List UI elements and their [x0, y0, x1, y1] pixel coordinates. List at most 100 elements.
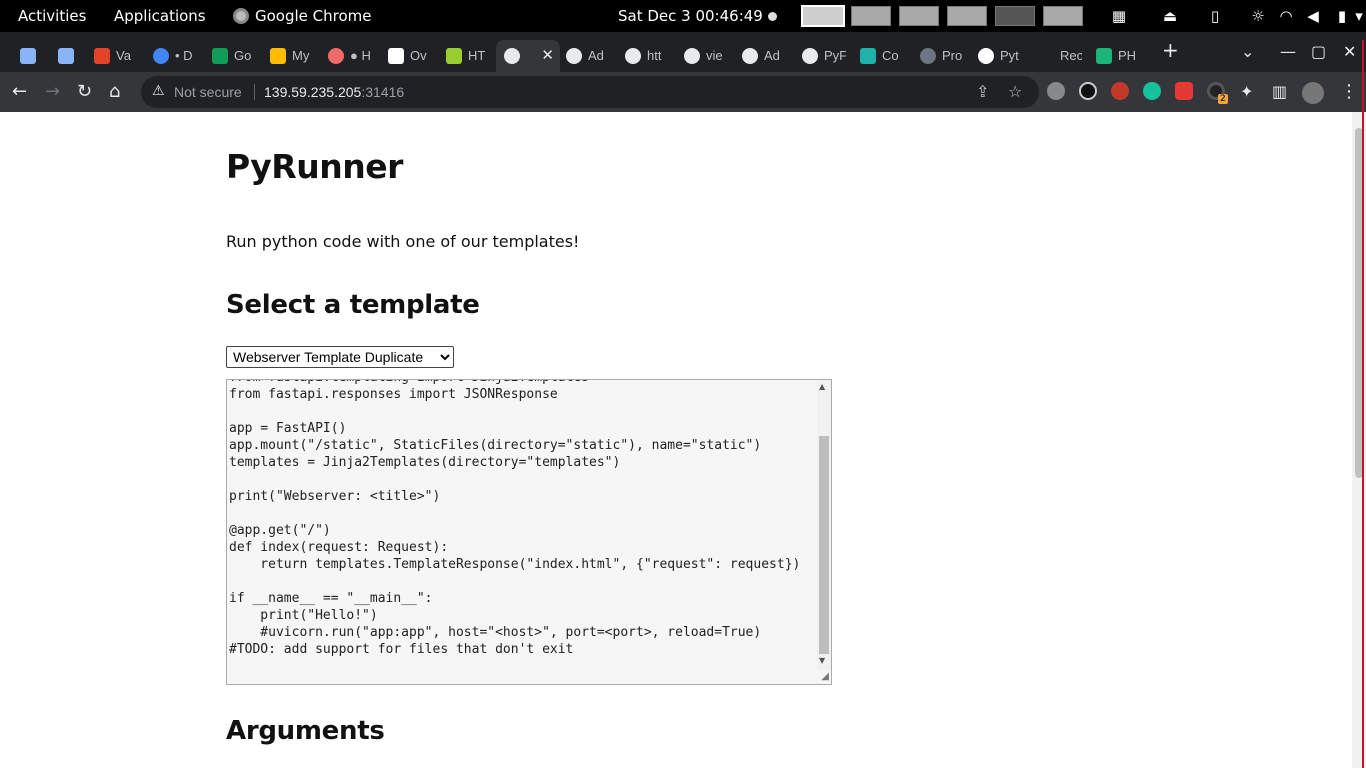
chrome-favicon-icon: [153, 48, 169, 64]
battery-icon[interactable]: ▮: [1333, 7, 1351, 25]
url-port: :31416: [361, 84, 405, 100]
code-text[interactable]: from fastapi.templating import Jinja2Tem…: [229, 380, 800, 658]
browser-tab[interactable]: [50, 40, 86, 72]
scroll-down-icon[interactable]: ▼: [819, 656, 825, 665]
workspace-5[interactable]: [995, 6, 1035, 26]
home-button[interactable]: ⌂: [109, 82, 120, 102]
ublock-icon[interactable]: [1111, 82, 1129, 100]
select-template-heading: Select a template: [226, 290, 480, 320]
extension-mask-icon[interactable]: [1079, 82, 1097, 100]
extension-shield-icon[interactable]: [1047, 82, 1065, 100]
browser-tab[interactable]: PH: [1088, 40, 1148, 72]
tab-label: htt: [647, 48, 662, 63]
bookmark-star-icon[interactable]: ☆: [1008, 82, 1022, 101]
resize-grip-icon[interactable]: ◢: [821, 671, 829, 682]
tab-label: Ad: [588, 48, 604, 63]
tab-label: vie: [706, 48, 723, 63]
new-tab-button[interactable]: +: [1162, 40, 1179, 60]
browser-tab[interactable]: HT: [438, 40, 498, 72]
extensions-puzzle-icon[interactable]: ✦: [1240, 82, 1253, 102]
eject-icon[interactable]: ⏏: [1161, 7, 1179, 25]
tab-label: PH: [1118, 48, 1137, 63]
tab-label: Pyt: [1000, 48, 1019, 63]
globe-favicon-icon: [802, 48, 818, 64]
browser-tab[interactable]: Co: [852, 40, 912, 72]
tab-label: PyF: [824, 48, 846, 63]
tab-search-chevron-icon[interactable]: ⌄: [1241, 44, 1254, 60]
globe-favicon-icon: [742, 48, 758, 64]
tab-strip: Va • D Go My ● H Ov HT ✕ Ad htt vie Ad P…: [0, 32, 1366, 72]
address-bar[interactable]: ⚠ Not secure 139.59.235.205:31416 ⇪ ☆: [141, 76, 1039, 108]
browser-tab[interactable]: Va: [86, 40, 146, 72]
browser-tab[interactable]: My: [262, 40, 322, 72]
browser-tab[interactable]: ● H: [320, 40, 380, 72]
window-list-icon[interactable]: ▦: [1110, 7, 1128, 25]
workspace-6[interactable]: [1043, 6, 1083, 26]
browser-tab[interactable]: PyF: [794, 40, 854, 72]
forward-button[interactable]: →: [45, 82, 60, 102]
browser-tab-active[interactable]: ✕: [496, 40, 560, 72]
tab-label: HT: [468, 48, 486, 63]
workspace-4[interactable]: [947, 6, 987, 26]
scroll-up-icon[interactable]: ▲: [819, 382, 825, 391]
power-menu-icon[interactable]: ▾: [1350, 7, 1366, 25]
browser-tab[interactable]: • D: [145, 40, 205, 72]
browser-tab[interactable]: Rec: [1030, 40, 1090, 72]
page-intro: Run python code with one of our template…: [226, 232, 580, 251]
maximize-window-button[interactable]: ▢: [1311, 44, 1326, 60]
activities-button[interactable]: Activities: [18, 7, 86, 25]
notification-dot-icon: [768, 12, 777, 21]
arguments-heading: Arguments: [226, 716, 385, 746]
browser-tab[interactable]: Pro: [912, 40, 972, 72]
globe-favicon-icon: [566, 48, 582, 64]
notion-favicon-icon: [388, 48, 404, 64]
warning-icon[interactable]: ⚠: [152, 83, 165, 99]
chrome-icon: [233, 8, 249, 24]
brightness-icon[interactable]: ☼: [1249, 7, 1267, 25]
template-select[interactable]: Webserver Template Duplicate: [226, 346, 454, 368]
workspace-3[interactable]: [899, 6, 939, 26]
grammarly-icon[interactable]: [1143, 82, 1161, 100]
wifi-icon[interactable]: ◠: [1277, 7, 1295, 25]
tab-label: Ov: [410, 48, 427, 63]
close-window-button[interactable]: ✕: [1343, 44, 1356, 60]
minimize-window-button[interactable]: —: [1280, 44, 1296, 60]
browser-tab[interactable]: Ad: [558, 40, 618, 72]
browser-tab[interactable]: vie: [676, 40, 736, 72]
workspace-2[interactable]: [851, 6, 891, 26]
url-text[interactable]: 139.59.235.205:31416: [264, 84, 404, 100]
clock[interactable]: Sat Dec 3 00:46:49: [618, 7, 763, 25]
tab-label: My: [292, 48, 310, 63]
security-status[interactable]: Not secure: [174, 84, 242, 100]
video-extension-icon[interactable]: [1175, 82, 1193, 100]
active-app-name[interactable]: Google Chrome: [255, 7, 372, 25]
tab-label: Rec: [1060, 48, 1082, 63]
browser-tab[interactable]: Go: [204, 40, 264, 72]
code-scroll-thumb[interactable]: [819, 436, 829, 654]
page-title: PyRunner: [226, 147, 403, 186]
close-tab-icon[interactable]: ✕: [541, 46, 554, 64]
sheets-favicon-icon: [212, 48, 228, 64]
applications-menu[interactable]: Applications: [114, 7, 206, 25]
share-icon[interactable]: ⇪: [976, 82, 989, 101]
github-favicon-icon: [920, 48, 936, 64]
browser-tab[interactable]: Pyt: [970, 40, 1030, 72]
chrome-menu-icon[interactable]: ⋮: [1340, 82, 1358, 102]
browser-tab[interactable]: [12, 40, 48, 72]
browser-tab[interactable]: htt: [617, 40, 677, 72]
side-panel-icon[interactable]: ▥: [1272, 82, 1287, 102]
volume-icon[interactable]: ◀: [1304, 7, 1322, 25]
clipboard-icon[interactable]: ▯: [1206, 7, 1224, 25]
tab-label: Va: [116, 48, 131, 63]
browser-tab[interactable]: Ov: [380, 40, 440, 72]
back-button[interactable]: ←: [12, 82, 27, 102]
code-scrollbar[interactable]: ▲ ▼: [817, 380, 831, 670]
browser-tab[interactable]: Ad: [734, 40, 794, 72]
tab-label: Pro: [942, 48, 963, 63]
code-editor[interactable]: from fastapi.templating import Jinja2Tem…: [226, 379, 832, 685]
profile-avatar[interactable]: [1302, 82, 1324, 104]
globe-favicon-icon: [625, 48, 641, 64]
browser-toolbar: ← → ↻ ⌂ ⚠ Not secure 139.59.235.205:3141…: [0, 72, 1366, 112]
reload-button[interactable]: ↻: [77, 82, 92, 102]
workspace-1[interactable]: [801, 5, 845, 27]
